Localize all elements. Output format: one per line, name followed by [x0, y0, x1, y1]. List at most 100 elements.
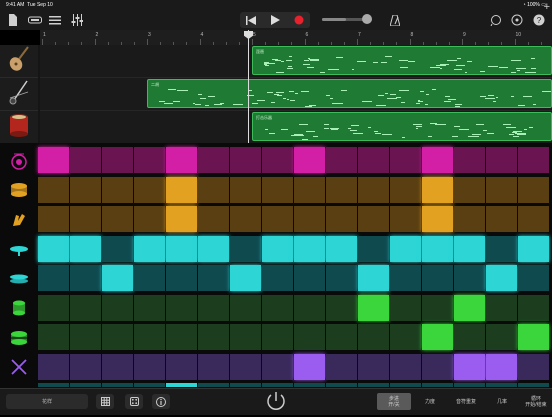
- step-cell[interactable]: [230, 383, 261, 387]
- track-header-3[interactable]: [0, 111, 38, 144]
- track-header-1[interactable]: [0, 45, 38, 78]
- midi-region[interactable]: 琵琶: [252, 46, 552, 75]
- step-cell-on[interactable]: [422, 206, 453, 232]
- step-cell-off[interactable]: [390, 294, 421, 321]
- step-cell-off[interactable]: [230, 206, 261, 232]
- step-cell[interactable]: [134, 383, 165, 387]
- tom-drum-icon[interactable]: [0, 294, 38, 323]
- step-cell[interactable]: [38, 383, 69, 387]
- step-cell-off[interactable]: [358, 353, 389, 380]
- step-cell-off[interactable]: [134, 353, 165, 380]
- step-cell-off[interactable]: [294, 324, 325, 350]
- snare-drum-icon[interactable]: [0, 176, 38, 205]
- pattern-button[interactable]: 花样: [6, 394, 88, 409]
- step-cell-off[interactable]: [326, 294, 357, 321]
- step-cell-off[interactable]: [102, 353, 133, 380]
- grid-button[interactable]: [96, 394, 114, 409]
- step-cell-off[interactable]: [454, 265, 485, 291]
- midi-region[interactable]: 打击乐器: [252, 112, 552, 141]
- step-cell-on[interactable]: [70, 235, 101, 262]
- step-cell-off[interactable]: [422, 353, 453, 380]
- step-cell-off[interactable]: [70, 353, 101, 380]
- step-cell-off[interactable]: [102, 147, 133, 173]
- step-cell-off[interactable]: [134, 324, 165, 350]
- step-cell-off[interactable]: [326, 206, 357, 232]
- step-cell-off[interactable]: [454, 147, 485, 173]
- step-cell-on[interactable]: [294, 235, 325, 262]
- step-cell-off[interactable]: [294, 206, 325, 232]
- gong-icon[interactable]: [0, 146, 38, 175]
- play-button[interactable]: [264, 12, 286, 28]
- eq-sliders-icon[interactable]: [70, 13, 84, 27]
- go-to-start-button[interactable]: [240, 12, 262, 28]
- step-cell-off[interactable]: [518, 294, 549, 321]
- step-cell-off[interactable]: [230, 353, 261, 380]
- step-cell-off[interactable]: [518, 176, 549, 203]
- step-cell-on[interactable]: [422, 235, 453, 262]
- step-cell-off[interactable]: [230, 324, 261, 350]
- mode-segment[interactable]: 几率: [485, 393, 519, 410]
- sticks-icon[interactable]: [0, 353, 38, 382]
- add-section-button[interactable]: +: [544, 1, 550, 13]
- step-cell-off[interactable]: [518, 265, 549, 291]
- step-cell-off[interactable]: [38, 265, 69, 291]
- info-button[interactable]: [152, 394, 170, 409]
- step-cell-off[interactable]: [518, 147, 549, 173]
- step-cell-off[interactable]: [294, 294, 325, 321]
- step-cell-off[interactable]: [38, 176, 69, 203]
- step-cell-off[interactable]: [390, 206, 421, 232]
- step-cell-off[interactable]: [38, 324, 69, 350]
- step-cell-off[interactable]: [70, 294, 101, 321]
- step-cell-off[interactable]: [518, 206, 549, 232]
- loop-icon[interactable]: [489, 13, 503, 27]
- step-cell-off[interactable]: [102, 206, 133, 232]
- list-icon[interactable]: [48, 13, 62, 27]
- step-cell-off[interactable]: [358, 206, 389, 232]
- step-cell-off[interactable]: [166, 324, 197, 350]
- step-cell-off[interactable]: [422, 265, 453, 291]
- step-cell-on[interactable]: [518, 235, 549, 262]
- playhead[interactable]: [248, 30, 249, 143]
- step-cell-off[interactable]: [294, 176, 325, 203]
- step-cell-off[interactable]: [326, 147, 357, 173]
- step-cell-off[interactable]: [454, 324, 485, 350]
- track-header-2[interactable]: [0, 78, 38, 111]
- step-cell-off[interactable]: [390, 147, 421, 173]
- step-cell-off[interactable]: [294, 265, 325, 291]
- step-cell-off[interactable]: [262, 147, 293, 173]
- step-cell-off[interactable]: [262, 324, 293, 350]
- step-cell[interactable]: [390, 383, 421, 387]
- step-cell-off[interactable]: [390, 324, 421, 350]
- step-cell-off[interactable]: [102, 235, 133, 262]
- settings-icon[interactable]: [510, 13, 524, 27]
- step-cell-off[interactable]: [134, 147, 165, 173]
- mode-segment[interactable]: 力度: [413, 393, 447, 410]
- step-cell[interactable]: [486, 383, 517, 387]
- mode-segment[interactable]: 循环 开始/结束: [521, 393, 551, 410]
- step-cell-off[interactable]: [422, 294, 453, 321]
- step-cell-off[interactable]: [262, 353, 293, 380]
- step-cell-off[interactable]: [358, 324, 389, 350]
- document-icon[interactable]: [6, 13, 20, 27]
- help-icon[interactable]: ?: [532, 13, 546, 27]
- metronome-icon[interactable]: [388, 13, 402, 27]
- master-volume-slider[interactable]: [322, 14, 372, 24]
- step-cell-off[interactable]: [326, 265, 357, 291]
- step-cell-on[interactable]: [294, 353, 325, 380]
- bass-drum-icon[interactable]: [0, 323, 38, 352]
- mode-segment[interactable]: 音符重复: [449, 393, 483, 410]
- step-cell[interactable]: [166, 383, 197, 387]
- step-cell-off[interactable]: [358, 147, 389, 173]
- step-cell-off[interactable]: [198, 265, 229, 291]
- step-cell-off[interactable]: [326, 176, 357, 203]
- step-cell-off[interactable]: [38, 353, 69, 380]
- step-cell-on[interactable]: [326, 235, 357, 262]
- step-cell-off[interactable]: [166, 265, 197, 291]
- step-cell-off[interactable]: [38, 294, 69, 321]
- midi-region[interactable]: 二胡: [147, 79, 552, 108]
- cymbal-icon[interactable]: [0, 235, 38, 264]
- step-cell[interactable]: [454, 383, 485, 387]
- step-cell[interactable]: [70, 383, 101, 387]
- step-cell-off[interactable]: [102, 294, 133, 321]
- step-cell-on[interactable]: [454, 353, 485, 380]
